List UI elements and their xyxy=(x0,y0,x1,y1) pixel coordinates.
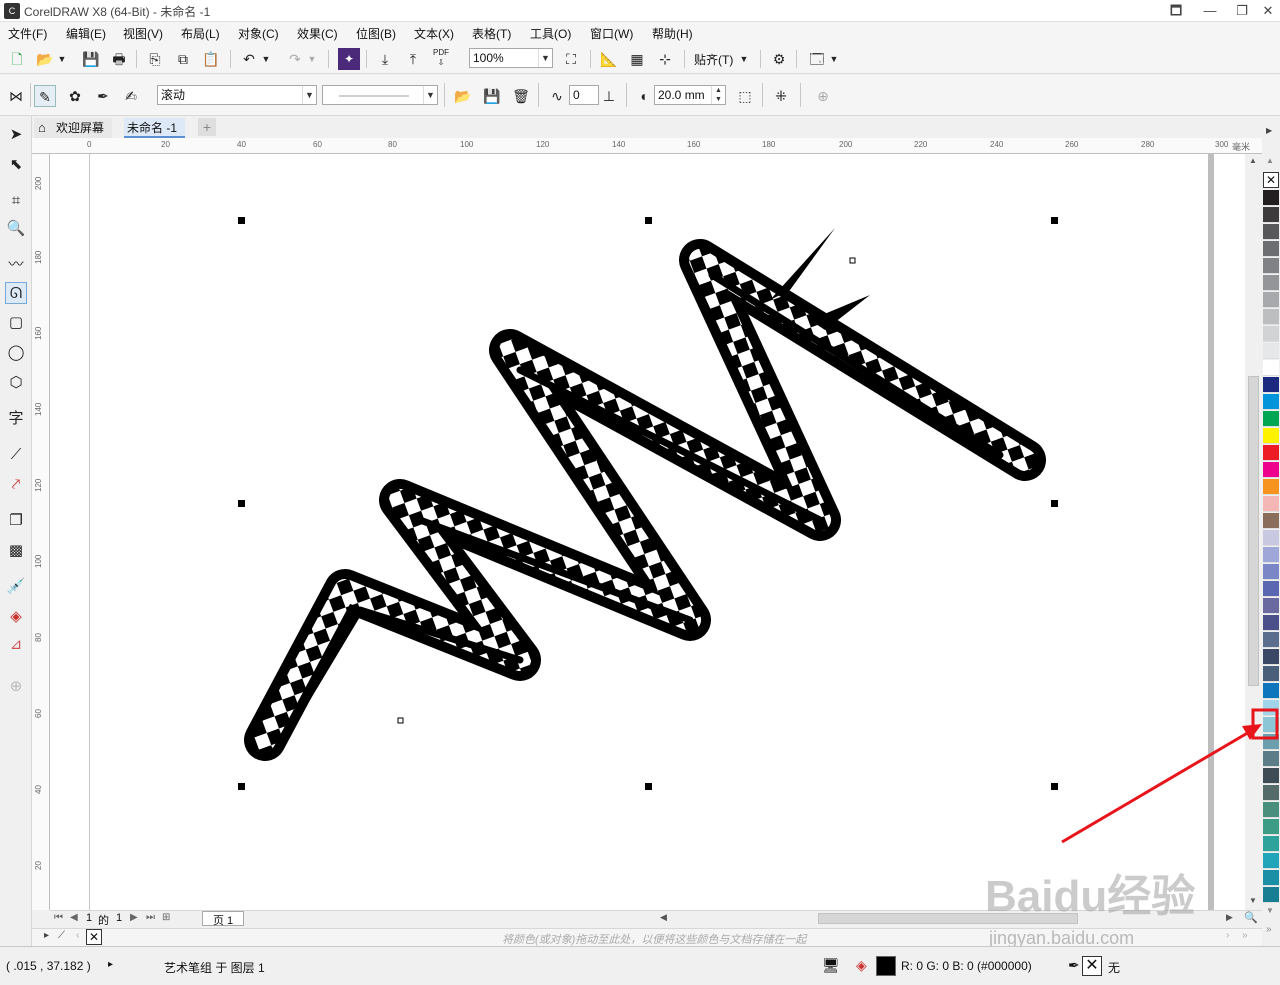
color-swatch[interactable] xyxy=(1263,479,1279,495)
document-palette-hint: 将颜色(或对象)拖动至此处，以便将这些颜色与文档存储在一起 xyxy=(502,934,807,946)
center-marker: ✕ xyxy=(644,500,652,511)
selection-handle xyxy=(645,217,652,224)
color-swatch[interactable] xyxy=(1263,377,1279,393)
selection-handle xyxy=(1051,783,1058,790)
palette-scroll-left-icon[interactable]: ‹ xyxy=(76,930,79,941)
color-swatch[interactable] xyxy=(1263,870,1279,886)
add-page-icon[interactable]: ⊞ xyxy=(162,912,170,923)
palette-expand-icon[interactable]: » xyxy=(1266,924,1272,935)
color-swatch[interactable] xyxy=(1263,275,1279,291)
no-color-swatch-icon[interactable]: ✕ xyxy=(86,929,102,945)
color-swatch[interactable] xyxy=(1263,700,1279,716)
color-swatch[interactable] xyxy=(1263,598,1279,614)
color-swatch[interactable] xyxy=(1263,224,1279,240)
color-swatch[interactable] xyxy=(1263,343,1279,359)
eyedropper-icon[interactable]: ⟋ xyxy=(58,930,65,941)
vertical-scrollbar[interactable]: ▲ ▼ xyxy=(1245,154,1262,910)
first-page-icon[interactable]: ⏮ xyxy=(54,912,63,923)
color-swatch[interactable] xyxy=(1263,547,1279,563)
color-swatch[interactable] xyxy=(1263,666,1279,682)
color-swatch[interactable] xyxy=(1263,411,1279,427)
artistic-stroke-group[interactable]: ✕ xyxy=(0,0,1280,985)
last-page-icon[interactable]: ⏭ xyxy=(146,912,155,923)
color-swatch[interactable] xyxy=(1263,853,1279,869)
page-tab-1[interactable]: 页 1 xyxy=(202,911,245,927)
color-swatch[interactable] xyxy=(1263,513,1279,529)
watermark-logo: Baidu经验 xyxy=(985,872,1196,921)
selection-handle xyxy=(645,783,652,790)
color-swatch[interactable] xyxy=(1263,394,1279,410)
color-proof-icon[interactable]: 🖥 xyxy=(822,957,840,974)
color-swatch[interactable] xyxy=(1263,819,1279,835)
next-page-icon[interactable]: ▶ xyxy=(130,912,138,923)
no-fill-swatch-icon[interactable]: ✕ xyxy=(1263,172,1279,188)
color-swatch[interactable] xyxy=(1263,326,1279,342)
color-swatch[interactable] xyxy=(1263,683,1279,699)
color-swatch[interactable] xyxy=(1263,241,1279,257)
color-swatch[interactable] xyxy=(1263,428,1279,444)
color-swatch[interactable] xyxy=(1263,836,1279,852)
color-swatch[interactable] xyxy=(1263,258,1279,274)
object-info: 艺术笔组 于 图层 1 xyxy=(164,961,265,975)
fill-bucket-icon: ◈ xyxy=(856,957,867,973)
stroke-spike xyxy=(770,228,835,300)
path-node xyxy=(849,257,856,264)
cursor-coordinates: ( .015 , 37.182 ) xyxy=(6,959,91,973)
color-swatch[interactable] xyxy=(1263,462,1279,478)
path-node xyxy=(397,717,404,724)
color-swatch[interactable] xyxy=(1263,751,1279,767)
color-swatch[interactable] xyxy=(1263,190,1279,206)
palette-scroll-up-icon[interactable]: ▲ xyxy=(1266,156,1274,165)
color-swatch[interactable] xyxy=(1263,802,1279,818)
selection-handle xyxy=(238,783,245,790)
palette-scroll-down-icon[interactable]: ▼ xyxy=(1266,906,1274,915)
color-palette: ▶ ▲ ✕ ▼ » xyxy=(1262,116,1280,946)
previous-page-icon[interactable]: ◀ xyxy=(70,912,78,923)
color-swatch[interactable] xyxy=(1263,785,1279,801)
color-swatch[interactable] xyxy=(1263,530,1279,546)
color-swatch[interactable] xyxy=(1263,734,1279,750)
outline-pen-icon: ✒ xyxy=(1068,957,1080,973)
page-of-label: 的 xyxy=(98,915,109,927)
color-swatch[interactable] xyxy=(1263,887,1279,903)
selection-handle xyxy=(1051,217,1058,224)
fill-color-swatch[interactable] xyxy=(876,956,896,976)
outline-info: 无 xyxy=(1108,961,1121,975)
vertical-scroll-thumb[interactable] xyxy=(1248,376,1259,686)
color-swatch[interactable] xyxy=(1263,632,1279,648)
color-swatch[interactable] xyxy=(1263,649,1279,665)
color-swatch[interactable] xyxy=(1263,207,1279,223)
color-swatch[interactable] xyxy=(1263,445,1279,461)
color-swatch[interactable] xyxy=(1263,615,1279,631)
color-swatch[interactable] xyxy=(1263,292,1279,308)
palette-menu-icon[interactable]: ▸ xyxy=(44,930,49,941)
total-pages: 1 xyxy=(116,912,123,924)
color-swatch[interactable] xyxy=(1263,564,1279,580)
color-swatch[interactable] xyxy=(1263,496,1279,512)
selection-handle xyxy=(238,217,245,224)
baidu-watermark: Baidu经验 jingyan.baidu.com xyxy=(985,860,1265,950)
color-swatch[interactable] xyxy=(1263,768,1279,784)
scroll-up-icon[interactable]: ▲ xyxy=(1249,156,1257,165)
color-swatch[interactable] xyxy=(1263,309,1279,325)
color-swatch[interactable] xyxy=(1263,717,1279,733)
fill-color-info: R: 0 G: 0 B: 0 (#000000) xyxy=(901,959,1032,973)
status-bar: ( .015 , 37.182 ) ▸ 艺术笔组 于 图层 1 🖥 ◈ R: 0… xyxy=(0,946,1280,985)
current-page-number: 1 xyxy=(86,912,93,924)
selection-handle xyxy=(238,500,245,507)
color-swatch[interactable] xyxy=(1263,581,1279,597)
outline-none-swatch-icon[interactable]: ✕ xyxy=(1082,956,1102,976)
palette-flyout-icon[interactable]: ▶ xyxy=(1266,126,1272,135)
status-expand-icon[interactable]: ▸ xyxy=(108,959,113,970)
selection-handle xyxy=(1051,500,1058,507)
scroll-left-icon[interactable]: ◀ xyxy=(660,912,667,923)
color-swatch[interactable] xyxy=(1263,360,1279,376)
